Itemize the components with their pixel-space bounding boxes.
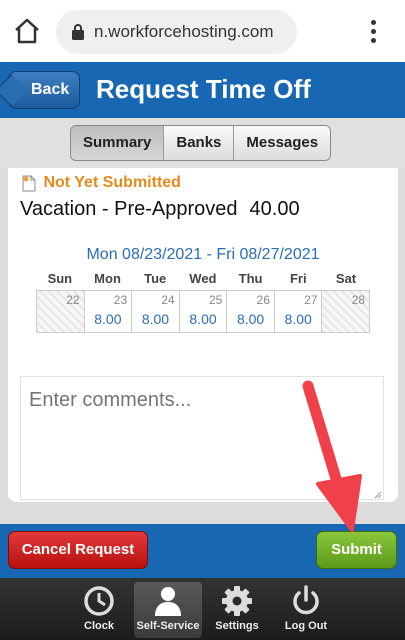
day-number: 24 <box>161 293 175 307</box>
nav-clock-label: Clock <box>84 620 114 632</box>
day-header: Wed <box>189 271 217 286</box>
day-header: Tue <box>144 271 167 286</box>
day-header: Sat <box>335 271 357 286</box>
back-button-label: Back <box>31 81 70 98</box>
day-hours: 8.00 <box>284 311 312 327</box>
day-header: Thu <box>238 271 263 286</box>
nav-self-service[interactable]: Self-Service <box>134 582 202 638</box>
resize-grip-icon[interactable] <box>372 489 382 499</box>
home-icon[interactable] <box>12 16 42 46</box>
nav-self-service-label: Self-Service <box>136 620 200 632</box>
kebab-menu-icon[interactable] <box>364 18 382 46</box>
calendar-header: Sun Mon Tue Wed Thu Fri Sat <box>36 268 370 290</box>
status-text: Not Yet Submitted <box>43 174 181 191</box>
tab-bar: Summary Banks Messages <box>70 125 332 161</box>
calendar-day-cell: 22 <box>37 291 85 333</box>
nav-log-out[interactable]: Log Out <box>272 582 340 638</box>
nav-settings[interactable]: Settings <box>203 582 271 638</box>
request-card: Not Yet Submitted Vacation - Pre-Approve… <box>8 168 398 502</box>
person-icon <box>155 587 181 616</box>
request-type: Vacation - Pre-Approved <box>20 198 238 220</box>
calendar-day-cell[interactable]: 26 8.00 <box>227 291 275 333</box>
power-icon <box>293 585 319 615</box>
status-row: Not Yet Submitted <box>22 174 181 194</box>
cancel-request-button[interactable]: Cancel Request <box>8 531 148 569</box>
calendar-day-cell: 28 <box>322 291 371 333</box>
page-title: Request Time Off <box>96 74 311 104</box>
day-number: 25 <box>208 293 223 307</box>
gear-icon <box>222 586 252 616</box>
nav-clock[interactable]: Clock <box>65 582 133 638</box>
clock-icon <box>84 586 114 616</box>
week-calendar: Sun Mon Tue Wed Thu Fri Sat 22 23 8.00 2… <box>36 268 371 333</box>
browser-bar: n.workforcehosting.com <box>0 0 405 62</box>
document-icon <box>22 175 36 191</box>
request-hours: 40.00 <box>249 198 300 220</box>
day-number: 26 <box>256 293 270 307</box>
tab-summary[interactable]: Summary <box>71 126 165 160</box>
lock-icon <box>72 24 84 40</box>
tab-banks[interactable]: Banks <box>164 126 235 160</box>
day-hours: 8.00 <box>189 311 217 327</box>
request-summary: Vacation - Pre-Approved 40.00 <box>20 198 300 221</box>
day-hours: 8.00 <box>94 311 122 327</box>
day-number: 27 <box>304 293 318 307</box>
day-header: Sun <box>47 271 73 286</box>
content-area: Not Yet Submitted Vacation - Pre-Approve… <box>0 168 405 524</box>
comments-field[interactable] <box>20 376 384 500</box>
day-number: 23 <box>113 293 128 307</box>
calendar-day-cell[interactable]: 23 8.00 <box>84 291 133 333</box>
action-bar: Cancel Request Submit <box>0 524 405 578</box>
nav-log-out-label: Log Out <box>284 620 328 632</box>
day-number: 22 <box>66 293 80 307</box>
calendar-day-cell[interactable]: 27 8.00 <box>274 291 323 333</box>
day-hours: 8.00 <box>141 311 170 327</box>
day-header: Mon <box>94 271 121 286</box>
nav-settings-label: Settings <box>215 620 259 632</box>
day-header: Fri <box>289 271 307 286</box>
bottom-nav: Clock Self-Service Settings Log Out <box>0 578 405 640</box>
day-number: 28 <box>351 293 366 307</box>
day-hours: 8.00 <box>236 311 265 327</box>
submit-button[interactable]: Submit <box>316 531 397 569</box>
calendar-day-cell[interactable]: 25 8.00 <box>179 291 228 333</box>
tab-bar-area: Summary Banks Messages <box>0 118 405 168</box>
app-header: Back Request Time Off <box>0 62 405 118</box>
back-button[interactable]: Back <box>8 71 80 109</box>
address-bar[interactable]: n.workforcehosting.com <box>56 10 297 54</box>
date-range: Mon 08/23/2021 - Fri 08/27/2021 <box>86 246 320 263</box>
calendar-day-cell[interactable]: 24 8.00 <box>132 291 180 333</box>
calendar-row: 22 23 8.00 24 8.00 25 8.00 26 8.00 27 8.… <box>36 290 371 333</box>
tab-messages[interactable]: Messages <box>234 126 331 160</box>
url-text: n.workforcehosting.com <box>94 22 274 41</box>
